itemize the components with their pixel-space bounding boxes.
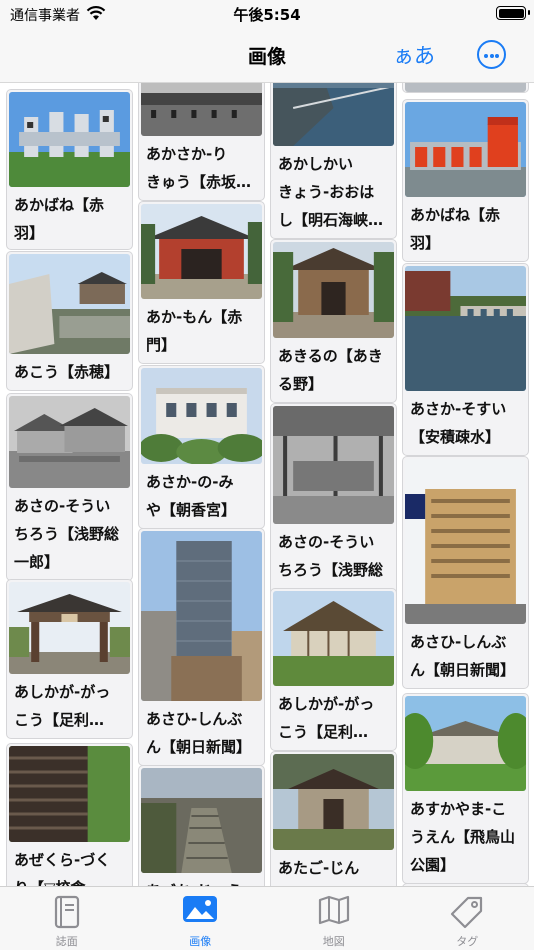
- image-thumbnail: [273, 406, 394, 524]
- image-caption: あさか-の-み や【朝香宮】: [146, 473, 237, 519]
- image-caption: あこう【赤穂】: [14, 363, 120, 381]
- tab-bar: 誌面 画像 地図 タグ: [0, 886, 534, 950]
- image-thumbnail: [405, 266, 526, 391]
- image-thumbnail: [405, 459, 526, 624]
- image-card[interactable]: あさの-そうい ちろう【浅野総 一郎】: [6, 393, 133, 581]
- image-card[interactable]: あしかが-がっ こう【足利…: [270, 588, 397, 751]
- image-caption: あさの-そうい ちろう【浅野総 一郎】: [14, 497, 120, 571]
- image-caption: あか-もん【赤 門】: [146, 308, 243, 354]
- image-thumbnail: [141, 83, 262, 136]
- image-caption: あかしかい きょう-おおは し【明石海峡…: [278, 155, 384, 229]
- tab-tags[interactable]: タグ: [401, 887, 534, 950]
- tab-label: 誌面: [55, 935, 78, 948]
- image-card[interactable]: あかばね【赤 羽】: [6, 89, 133, 250]
- image-card[interactable]: あさか-の-み や【朝香宮】: [138, 365, 265, 529]
- page-title: 画像: [247, 46, 286, 68]
- clock: 午後5:54: [233, 6, 301, 24]
- image-thumbnail: [405, 696, 526, 791]
- image-thumbnail: [405, 102, 526, 197]
- image-thumbnail: [273, 754, 394, 850]
- image-thumbnail: [273, 242, 394, 338]
- image-thumbnail: [9, 92, 130, 187]
- status-bar: 通信事業者 午後5:54: [0, 0, 534, 30]
- image-caption: あさひ-しんぶ ん【朝日新聞】: [146, 710, 252, 756]
- image-card[interactable]: あさの-そうい ちろう【浅野総 一郎】: [270, 403, 397, 617]
- image-card[interactable]: あかさか-り きゅう【赤坂…: [138, 83, 265, 201]
- image-caption: あきるの【あき る野】: [278, 347, 383, 393]
- ellipsis-circle-icon[interactable]: [477, 40, 506, 69]
- image-thumbnail: [9, 254, 130, 354]
- image-card[interactable]: あきるの【あき る野】: [270, 239, 397, 403]
- image-card[interactable]: あかばね【赤 羽】: [402, 99, 529, 262]
- tab-label: タグ: [456, 935, 479, 948]
- image-card[interactable]: あさひ-しんぶ ん【朝日新聞】: [402, 456, 529, 689]
- battery-icon: [496, 6, 530, 20]
- tab-map[interactable]: 地図: [267, 887, 401, 950]
- image-thumbnail: [141, 368, 262, 464]
- image-caption: あすかやま-こ うえん【飛鳥山 公園】: [410, 800, 516, 874]
- kana-toggle-button[interactable]: ぁあ: [393, 40, 435, 70]
- photo-icon: [182, 895, 218, 927]
- image-card[interactable]: あさか-そすい 【安積疎水】: [402, 263, 529, 456]
- image-caption: あさか-そすい 【安積疎水】: [410, 400, 507, 446]
- book-icon: [53, 895, 81, 933]
- image-caption: あかばね【赤 羽】: [14, 196, 105, 242]
- image-thumbnail: [141, 531, 262, 701]
- image-thumbnail: [141, 204, 262, 299]
- image-thumbnail: [9, 396, 130, 488]
- image-thumbnail: [405, 83, 526, 92]
- image-grid[interactable]: あかばね【赤 羽】あこう【赤穂】あさの-そうい ちろう【浅野総 一郎】あしかが-…: [0, 83, 534, 886]
- image-thumbnail: [141, 768, 262, 873]
- image-card[interactable]: あこう【赤穂】: [6, 251, 133, 391]
- image-caption: あしかが-がっ こう【足利…: [14, 683, 111, 729]
- image-thumbnail: [273, 83, 394, 146]
- image-card[interactable]: あたご-じん じゃ【愛宕…: [270, 751, 397, 886]
- image-caption: あしかが-がっ こう【足利…: [278, 695, 375, 741]
- image-card[interactable]: あづち-じょう: [138, 765, 265, 886]
- image-caption: あさひ-しんぶ ん【朝日新聞】: [410, 633, 516, 679]
- tab-images[interactable]: 画像: [134, 887, 268, 950]
- tab-label: 地図: [322, 935, 345, 948]
- image-card[interactable]: あすかやま-こ うえん【飛鳥山 公園】: [402, 693, 529, 884]
- image-caption: あかさか-り きゅう【赤坂…: [146, 145, 252, 191]
- image-card[interactable]: あしかが-がっ こう【足利…: [6, 579, 133, 739]
- navigation-bar: 画像 ぁあ: [0, 30, 534, 83]
- image-caption: あづち-じょう: [146, 877, 260, 886]
- image-caption: あたご-じん じゃ【愛宕…: [278, 859, 360, 877]
- image-card[interactable]: [402, 83, 529, 93]
- image-thumbnail: [273, 591, 394, 686]
- image-thumbnail: [9, 746, 130, 842]
- image-caption: あかばね【赤 羽】: [410, 206, 501, 252]
- image-card[interactable]: あかしかい きょう-おおは し【明石海峡…: [270, 83, 397, 239]
- image-card[interactable]: あか-もん【赤 門】: [138, 201, 265, 364]
- tag-icon: [450, 895, 484, 933]
- map-icon: [318, 895, 350, 929]
- image-card[interactable]: あさひ-しんぶ ん【朝日新聞】: [138, 528, 265, 766]
- tab-label: 画像: [189, 935, 212, 948]
- image-card[interactable]: あぜくら-づく り【▽校倉…: [6, 743, 133, 886]
- image-caption: あぜくら-づく り【▽校倉…: [14, 851, 111, 886]
- tab-magazine[interactable]: 誌面: [0, 887, 134, 950]
- image-thumbnail: [9, 582, 130, 674]
